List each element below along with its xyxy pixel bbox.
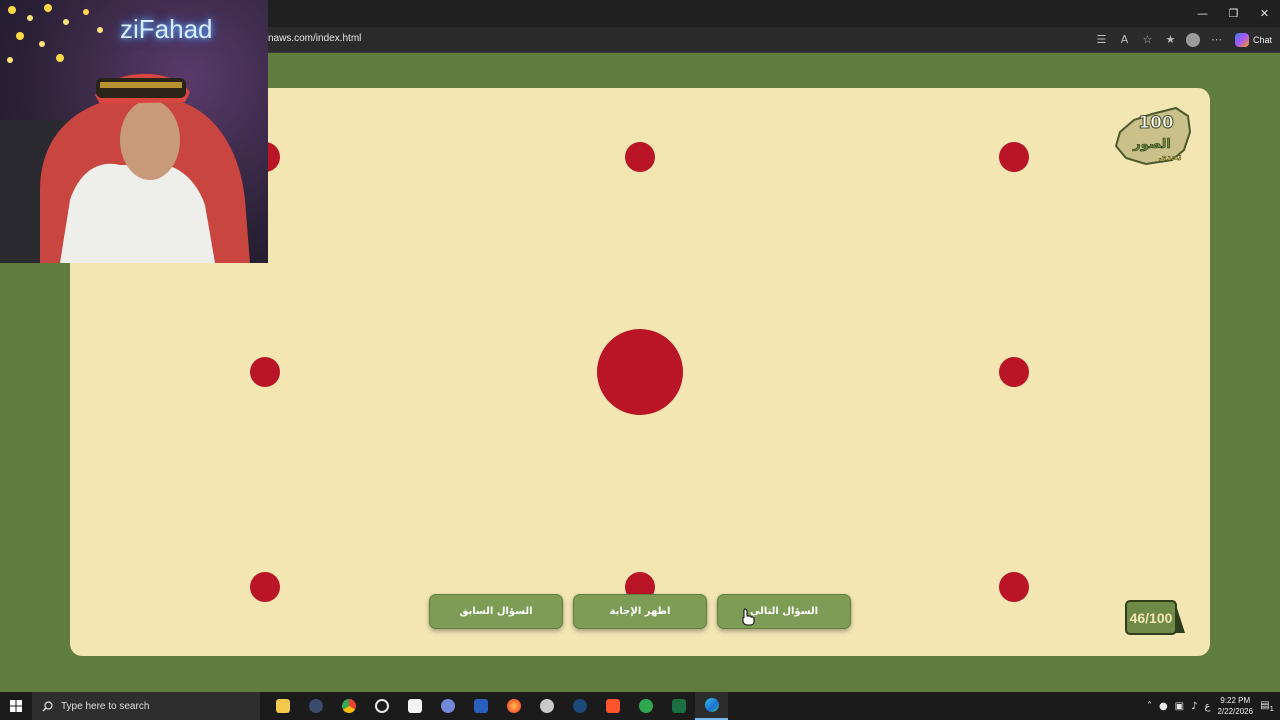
translate-icon[interactable]: ☰ (1093, 31, 1110, 48)
windows-taskbar: Type here to search ˄ ● ▣ ♪ ع 9:22 PM 2/… (0, 692, 1280, 720)
start-button[interactable] (0, 692, 32, 720)
volume-icon[interactable]: ♪ (1191, 701, 1197, 712)
pinned-apps (266, 692, 728, 720)
profile-avatar[interactable] (1185, 31, 1202, 48)
microsoft-store-icon[interactable] (398, 692, 431, 720)
notification-center-icon[interactable]: ▤1 (1260, 700, 1274, 713)
webcam-overlay: ziFahad (0, 0, 268, 263)
browser-toolbar: ☰ A ☆ ★ ⋯ Chat (1093, 31, 1272, 48)
chrome-icon[interactable] (332, 692, 365, 720)
show-answer-button[interactable]: اظهر الإجابة (573, 594, 707, 629)
copilot-chat-button[interactable]: Chat (1231, 32, 1272, 47)
favorites-icon[interactable]: ★ (1162, 31, 1179, 48)
puzzle-dot (999, 572, 1029, 602)
taskbar-clock[interactable]: 9:22 PM 2/22/2026 (1217, 695, 1253, 717)
counter-value: 46/100 (1129, 609, 1173, 626)
puzzle-center-dot (597, 329, 683, 415)
chevron-up-icon[interactable]: ˄ (1147, 701, 1152, 712)
search-placeholder: Type here to search (61, 700, 150, 712)
next-question-button[interactable]: السؤال التالي (717, 594, 851, 629)
svg-text:100: 100 (1138, 113, 1174, 133)
previous-question-button[interactable]: السؤال السابق (429, 594, 563, 629)
read-aloud-icon[interactable]: A (1116, 31, 1133, 48)
puzzle-dot (999, 357, 1029, 387)
close-icon[interactable]: ✕ (1249, 0, 1280, 27)
game-logo: 100 الصور تحدي (1114, 106, 1192, 166)
puzzle-dot (999, 142, 1029, 172)
firefox-icon[interactable] (497, 692, 530, 720)
search-icon (42, 700, 53, 711)
url-field[interactable]: naws.com/index.html (268, 33, 361, 44)
copilot-icon (1234, 32, 1249, 47)
taskbar-search-box[interactable]: Type here to search (32, 692, 260, 720)
clock-date: 2/22/2026 (1217, 707, 1254, 716)
word-icon[interactable] (464, 692, 497, 720)
brave-icon[interactable] (596, 692, 629, 720)
file-explorer-icon[interactable] (266, 692, 299, 720)
puzzle-dot (250, 572, 280, 602)
clock-time: 9:22 PM (1220, 696, 1251, 705)
svg-text:الصور: الصور (1132, 137, 1171, 152)
microphone-icon[interactable]: ● (1159, 701, 1168, 712)
system-tray: ˄ ● ▣ ♪ ع 9:22 PM 2/22/2026 ▤1 (1147, 692, 1280, 720)
steam-icon[interactable] (563, 692, 596, 720)
notification-count: 1 (1269, 704, 1274, 713)
window-controls: — ❐ ✕ (1187, 0, 1280, 27)
minimize-icon[interactable]: — (1187, 0, 1218, 27)
network-icon[interactable]: ▣ (1175, 701, 1184, 712)
puzzle-dot (625, 142, 655, 172)
svg-text:تحدي: تحدي (1158, 153, 1181, 163)
hand-cursor-icon (742, 608, 755, 626)
question-counter: 46/100 (1125, 600, 1187, 635)
favorite-star-icon[interactable]: ☆ (1139, 31, 1156, 48)
more-menu-icon[interactable]: ⋯ (1208, 31, 1225, 48)
input-language-indicator[interactable]: ع (1205, 701, 1211, 712)
discord-icon[interactable] (431, 692, 464, 720)
app-icon[interactable] (530, 692, 563, 720)
restore-icon[interactable]: ❐ (1218, 0, 1249, 27)
windows-logo-icon (10, 700, 22, 712)
streamer-name: ziFahad (120, 14, 213, 44)
edge-icon[interactable] (695, 692, 728, 720)
excel-icon[interactable] (662, 692, 695, 720)
chat-label: Chat (1252, 34, 1272, 45)
app-icon[interactable] (299, 692, 332, 720)
puzzle-dot (250, 357, 280, 387)
chatgpt-icon[interactable] (365, 692, 398, 720)
xbox-icon[interactable] (629, 692, 662, 720)
